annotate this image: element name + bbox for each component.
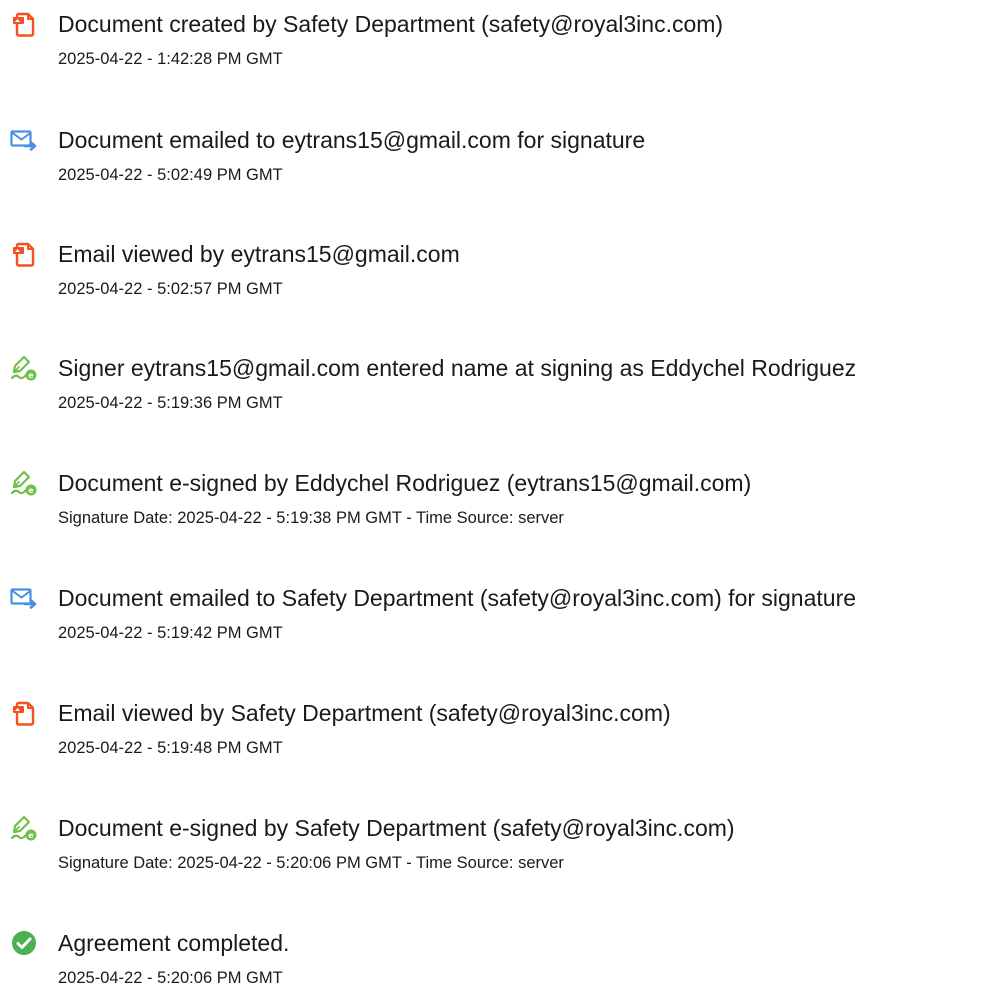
event-title: Email viewed by Safety Department (safet… xyxy=(58,700,671,726)
event-date: 2025-04-22 - 5:02:57 PM GMT xyxy=(58,280,283,298)
event-date: Signature Date: 2025-04-22 - 5:19:38 PM … xyxy=(58,509,564,527)
event-title: Document created by Safety Department (s… xyxy=(58,11,724,37)
event-title: Signer eytrans15@gmail.com entered name … xyxy=(58,355,857,381)
audit-event: e Document e-signed by Safety Department… xyxy=(0,813,983,893)
audit-event-list: Document created by Safety Department (s… xyxy=(0,0,983,994)
svg-text:e: e xyxy=(28,486,34,495)
event-title: Document emailed to eytrans15@gmail.com … xyxy=(58,127,646,153)
audit-event: Email viewed by eytrans15@gmail.com 2025… xyxy=(0,239,983,319)
event-title: Document e-signed by Safety Department (… xyxy=(58,815,735,841)
e-sign-icon: e xyxy=(10,354,38,382)
event-title: Document e-signed by Eddychel Rodriguez … xyxy=(58,470,752,496)
svg-text:e: e xyxy=(28,371,34,380)
event-title: Agreement completed. xyxy=(58,930,290,956)
event-date: 2025-04-22 - 5:19:42 PM GMT xyxy=(58,624,283,642)
audit-event: Document emailed to eytrans15@gmail.com … xyxy=(0,125,983,205)
svg-text:e: e xyxy=(28,831,34,840)
audit-event: e Signer eytrans15@gmail.com entered nam… xyxy=(0,353,983,433)
event-date: 2025-04-22 - 1:42:28 PM GMT xyxy=(58,50,283,68)
e-sign-icon: e xyxy=(10,469,38,497)
event-title: Email viewed by eytrans15@gmail.com xyxy=(58,241,460,267)
e-sign-icon: e xyxy=(10,814,38,842)
email-sent-icon xyxy=(10,126,38,154)
event-date: Signature Date: 2025-04-22 - 5:20:06 PM … xyxy=(58,854,564,872)
email-viewed-icon xyxy=(10,699,38,727)
event-date: 2025-04-22 - 5:02:49 PM GMT xyxy=(58,166,283,184)
audit-event: Agreement completed. 2025-04-22 - 5:20:0… xyxy=(0,928,983,1008)
event-date: 2025-04-22 - 5:19:48 PM GMT xyxy=(58,739,283,757)
audit-event: e Document e-signed by Eddychel Rodrigue… xyxy=(0,468,983,548)
audit-event: Document created by Safety Department (s… xyxy=(0,9,983,89)
document-created-icon xyxy=(10,10,38,38)
agreement-completed-icon xyxy=(10,929,38,957)
audit-event: Email viewed by Safety Department (safet… xyxy=(0,698,983,778)
email-viewed-icon xyxy=(10,240,38,268)
event-date: 2025-04-22 - 5:20:06 PM GMT xyxy=(58,969,283,987)
event-date: 2025-04-22 - 5:19:36 PM GMT xyxy=(58,394,283,412)
event-title: Document emailed to Safety Department (s… xyxy=(58,585,857,611)
audit-event: Document emailed to Safety Department (s… xyxy=(0,583,983,663)
email-sent-icon xyxy=(10,584,38,612)
